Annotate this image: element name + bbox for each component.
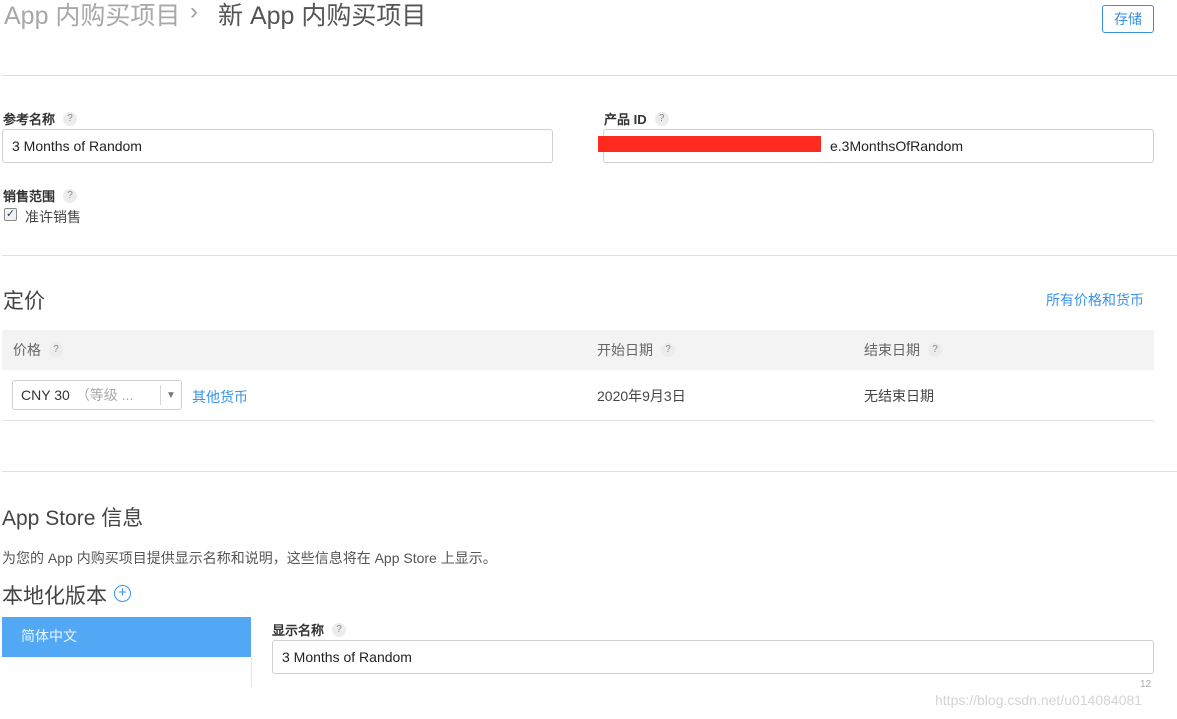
localizations-title: 本地化版本 [2,585,107,608]
help-icon[interactable]: ? [654,111,669,126]
divider [2,471,1177,472]
appstore-info-title: App Store 信息 [2,507,144,530]
price-select-value: CNY 30 [21,387,70,403]
save-button[interactable]: 存储 [1102,5,1154,33]
appstore-info-description: 为您的 App 内购买项目提供显示名称和说明，这些信息将在 App Store … [2,550,497,566]
allow-sales-label: 准许销售 [25,209,81,225]
column-header-start-date: 开始日期 ? [597,340,675,360]
watermark: https://blog.csdn.net/u014084081 [935,692,1143,708]
page-title: 新 App 内购买项目 [218,2,427,30]
localization-list-divider [251,657,252,687]
chevron-down-icon[interactable]: ▼ [161,390,181,401]
sales-scope-label: 销售范围 ? [3,186,78,205]
end-date-value: 无结束日期 [864,388,934,404]
all-prices-link[interactable]: 所有价格和货币 [1046,290,1144,310]
table-row-divider [2,420,1154,421]
help-icon[interactable]: ? [928,343,942,357]
help-icon[interactable]: ? [332,622,347,637]
localization-item-simplified-chinese[interactable]: 简体中文 [2,617,251,657]
product-id-label: 产品 ID ? [604,109,669,128]
reference-name-input[interactable]: 3 Months of Random [2,129,553,163]
add-localization-icon[interactable]: + [114,585,131,602]
help-icon[interactable]: ? [661,343,675,357]
pricing-table-header [2,330,1154,370]
start-date-value: 2020年9月3日 [597,388,686,404]
redaction-bar [598,136,821,152]
column-header-end-date: 结束日期 ? [864,340,942,360]
help-icon[interactable]: ? [49,343,63,357]
allow-sales-checkbox[interactable]: ✓ [4,208,17,221]
pricing-title: 定价 [3,290,45,313]
help-icon[interactable]: ? [63,188,78,203]
other-currency-link[interactable]: 其他货币 [192,387,248,407]
column-header-price: 价格 ? [13,340,63,360]
price-tier-select[interactable]: CNY 30 （等级 ... ▼ [12,380,182,410]
price-select-tier: （等级 ... [75,387,134,403]
divider [2,75,1177,76]
display-name-label: 显示名称 ? [272,620,347,639]
reference-name-label: 参考名称 ? [3,109,78,128]
breadcrumb-root[interactable]: App 内购买项目 [4,0,180,32]
chevron-right-icon: › [190,0,198,25]
char-counter: 12 [1140,679,1152,690]
divider [2,255,1177,256]
help-icon[interactable]: ? [63,111,78,126]
display-name-input[interactable]: 3 Months of Random [272,640,1154,674]
